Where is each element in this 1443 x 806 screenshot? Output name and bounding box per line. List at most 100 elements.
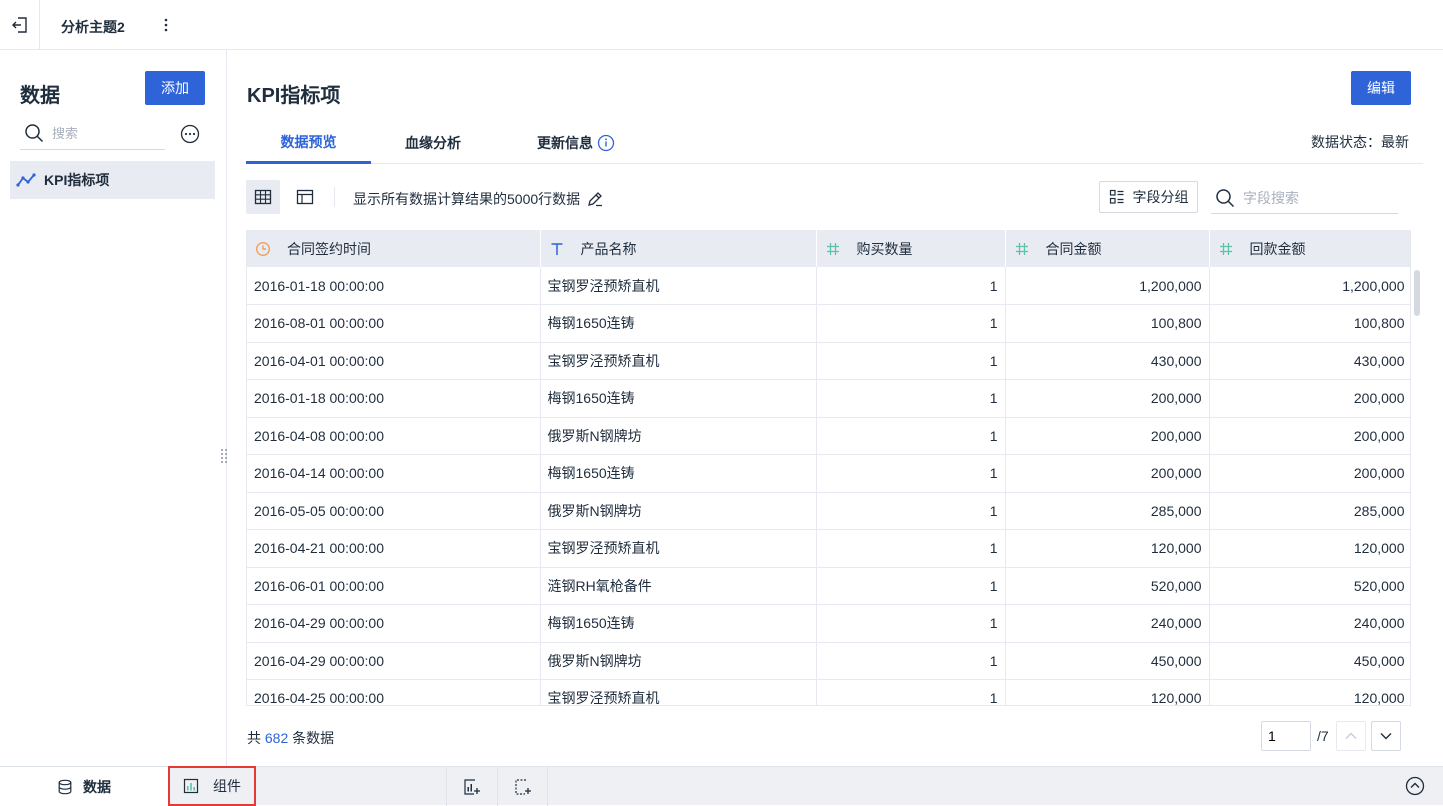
sidebar-item-label: KPI指标项 [44,172,110,188]
line-chart-icon [16,173,36,187]
table-row[interactable]: 2016-04-25 00:00:00 宝钢罗泾预矫直机 1 120,000 120,0… [247,679,1410,705]
bottom-tab-data[interactable]: 数据 [0,767,168,806]
table-cell: 200,000 [1209,417,1410,455]
table-cell: 2016-04-25 00:00:00 [247,679,541,705]
table-cell: 285,000 [1005,492,1210,530]
topic-more-button[interactable] [158,14,174,36]
table-cell: 2016-08-01 00:00:00 [247,304,541,343]
total-suffix: 条数据 [292,730,335,746]
table-cell: 2016-04-14 00:00:00 [247,454,541,493]
layout-view-button[interactable] [288,180,322,214]
grid-view-button[interactable] [246,180,280,214]
add-component-button[interactable] [497,767,548,806]
bottom-tab-component[interactable]: 组件 [168,766,256,806]
table-cell: 520,000 [1209,567,1410,605]
sidebar-more-button[interactable] [180,124,200,147]
table-row[interactable]: 2016-01-18 00:00:00 梅钢1650连铸 1 200,000 200,0… [247,379,1410,418]
bottom-tab-label: 组件 [213,778,241,794]
table-cell: 1 [816,567,1006,605]
table-row[interactable]: 2016-04-29 00:00:00 梅钢1650连铸 1 240,000 240,0… [247,604,1410,643]
table-row[interactable]: 2016-04-01 00:00:00 宝钢罗泾预矫直机 1 430,000 430,0… [247,342,1410,380]
layout-icon [296,189,314,205]
column-header-contract-amount[interactable]: 合同金额 [1005,230,1210,267]
drag-dots-icon [221,449,227,463]
column-header-quantity[interactable]: 购买数量 [816,230,1006,267]
table-cell: 宝钢罗泾预矫直机 [540,267,817,305]
table-cell: 200,000 [1005,417,1210,455]
add-data-button[interactable]: 添加 [145,71,205,105]
toolbar-divider [334,187,335,207]
add-chart-button[interactable] [446,767,497,806]
info-icon[interactable] [597,134,615,152]
table-row[interactable]: 2016-05-05 00:00:00 俄罗斯N钢牌坊 1 285,000 285,00… [247,492,1410,530]
table-row[interactable]: 2016-04-29 00:00:00 俄罗斯N钢牌坊 1 450,000 450,00… [247,642,1410,680]
table-cell: 梅钢1650连铸 [540,304,817,343]
hash-icon [825,241,841,257]
table-cell: 宝钢罗泾预矫直机 [540,342,817,380]
field-search [1211,182,1398,214]
page-prev-button[interactable] [1336,721,1366,751]
table-cell: 240,000 [1209,604,1410,643]
table-cell: 俄罗斯N钢牌坊 [540,492,817,530]
page-next-button[interactable] [1371,721,1401,751]
table-row[interactable]: 2016-04-14 00:00:00 梅钢1650连铸 1 200,000 200,0… [247,454,1410,493]
table-row[interactable]: 2016-06-01 00:00:00 涟钢RH氧枪备件 1 520,000 520,0… [247,567,1410,605]
table-cell: 200,000 [1209,454,1410,493]
table-cell: 1 [816,342,1006,380]
chevron-up-icon [1345,732,1357,739]
sidebar-search-input[interactable] [52,123,162,143]
row-limit-text: 显示所有数据计算结果的5000行数据 [353,191,581,207]
top-bar: 分析主题2 [0,0,1443,50]
column-header-product-name[interactable]: 产品名称 [540,230,817,267]
table-row[interactable]: 2016-01-18 00:00:00 宝钢罗泾预矫直机 1 1,200,000 1,2… [247,267,1410,305]
table-cell: 100,800 [1005,304,1210,343]
row-limit-setting: 显示所有数据计算结果的5000行数据 [353,189,604,209]
hash-icon [1218,241,1234,257]
table-cell: 2016-04-29 00:00:00 [247,642,541,680]
table-cell: 2016-04-21 00:00:00 [247,529,541,568]
sidebar-title: 数据 [20,85,60,107]
table-scrollbar[interactable] [1413,268,1421,706]
column-header-contract-date[interactable]: 合同签约时间 [247,230,541,267]
sidebar-item-kpi[interactable]: KPI指标项 [10,161,215,199]
table-cell: 200,000 [1209,379,1410,418]
hash-icon [1014,241,1030,257]
tab-lineage-analysis[interactable]: 血缘分析 [388,122,478,164]
total-count: 共 682 条数据 [247,728,334,748]
search-icon [25,124,44,143]
table-cell: 120,000 [1005,529,1210,568]
search-icon [1216,189,1235,208]
table-cell: 1 [816,454,1006,493]
table-row[interactable]: 2016-04-08 00:00:00 俄罗斯N钢牌坊 1 200,000 200,00… [247,417,1410,455]
table-cell: 1,200,000 [1005,267,1210,305]
collapse-button[interactable] [1405,776,1425,799]
table-cell: 2016-06-01 00:00:00 [247,567,541,605]
table-cell: 450,000 [1209,642,1410,680]
topic-title[interactable]: 分析主题2 [61,17,125,37]
edit-pencil-icon[interactable] [586,190,604,208]
table-row[interactable]: 2016-08-01 00:00:00 梅钢1650连铸 1 100,800 100,8… [247,304,1410,343]
tab-update-info[interactable]: 更新信息 [516,122,636,164]
field-group-button[interactable]: 字段分组 [1099,181,1198,213]
table-cell: 200,000 [1005,454,1210,493]
bar-chart-icon [183,778,199,794]
data-sidebar: 数据 添加 KPI指标项 [0,50,227,766]
edit-button[interactable]: 编辑 [1351,71,1411,105]
column-header-payment-amount[interactable]: 回款金额 [1209,230,1410,267]
table-cell: 1 [816,417,1006,455]
tab-data-preview[interactable]: 数据预览 [246,122,371,164]
exit-button[interactable] [0,0,40,50]
resize-handle[interactable] [220,448,228,469]
table-row[interactable]: 2016-04-21 00:00:00 宝钢罗泾预矫直机 1 120,000 120,0… [247,529,1410,568]
page-total: /7 [1317,728,1329,744]
table-cell: 1 [816,604,1006,643]
page-number-input[interactable] [1261,721,1311,751]
table-cell: 1,200,000 [1209,267,1410,305]
table-cell: 宝钢罗泾预矫直机 [540,529,817,568]
field-group-label: 字段分组 [1132,189,1189,205]
field-group-icon [1109,189,1123,204]
table-cell: 2016-05-05 00:00:00 [247,492,541,530]
table-cell: 2016-04-01 00:00:00 [247,342,541,380]
field-search-input[interactable] [1243,188,1393,208]
scrollbar-thumb[interactable] [1414,270,1420,316]
